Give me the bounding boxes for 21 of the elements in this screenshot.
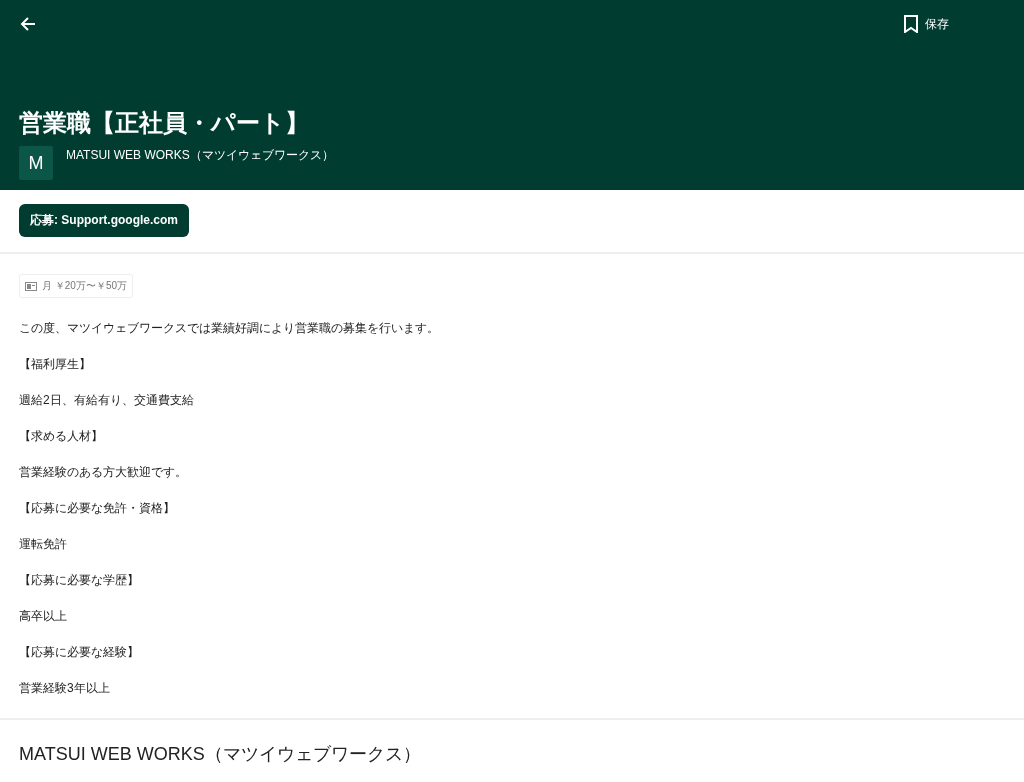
description-text: 【応募に必要な経験】	[19, 644, 140, 661]
id-card-icon	[25, 281, 37, 291]
description-text: 高卒以上	[19, 608, 68, 625]
job-title: 営業職【正社員・パート】	[19, 108, 310, 138]
description-text: 営業経験のある方大歓迎です。	[19, 464, 188, 481]
back-icon[interactable]	[19, 15, 37, 33]
description-text: この度、マツイウェブワークスでは業績好調により営業職の募集を行います。	[19, 320, 440, 337]
description-text: 運転免許	[19, 536, 68, 553]
description-text: 【応募に必要な学歴】	[19, 572, 140, 589]
description-text: 営業経験3年以上	[19, 680, 111, 697]
description-text: 週給2日、有給有り、交通費支給	[19, 392, 195, 409]
company-heading: MATSUI WEB WORKS（マツイウェブワークス）	[19, 744, 421, 764]
salary-chip: 月 ￥20万〜￥50万	[19, 274, 134, 298]
company-name: MATSUI WEB WORKS（マツイウェブワークス）	[66, 147, 334, 164]
bookmark-icon	[903, 15, 919, 33]
save-button[interactable]: 保存	[903, 15, 949, 33]
description-text: 【福利厚生】	[19, 356, 92, 373]
description-text: 【応募に必要な免許・資格】	[19, 500, 176, 517]
apply-button[interactable]: 応募: Support.google.com	[19, 204, 189, 237]
company-avatar: M	[19, 146, 53, 180]
description-text: 【求める人材】	[19, 428, 104, 445]
